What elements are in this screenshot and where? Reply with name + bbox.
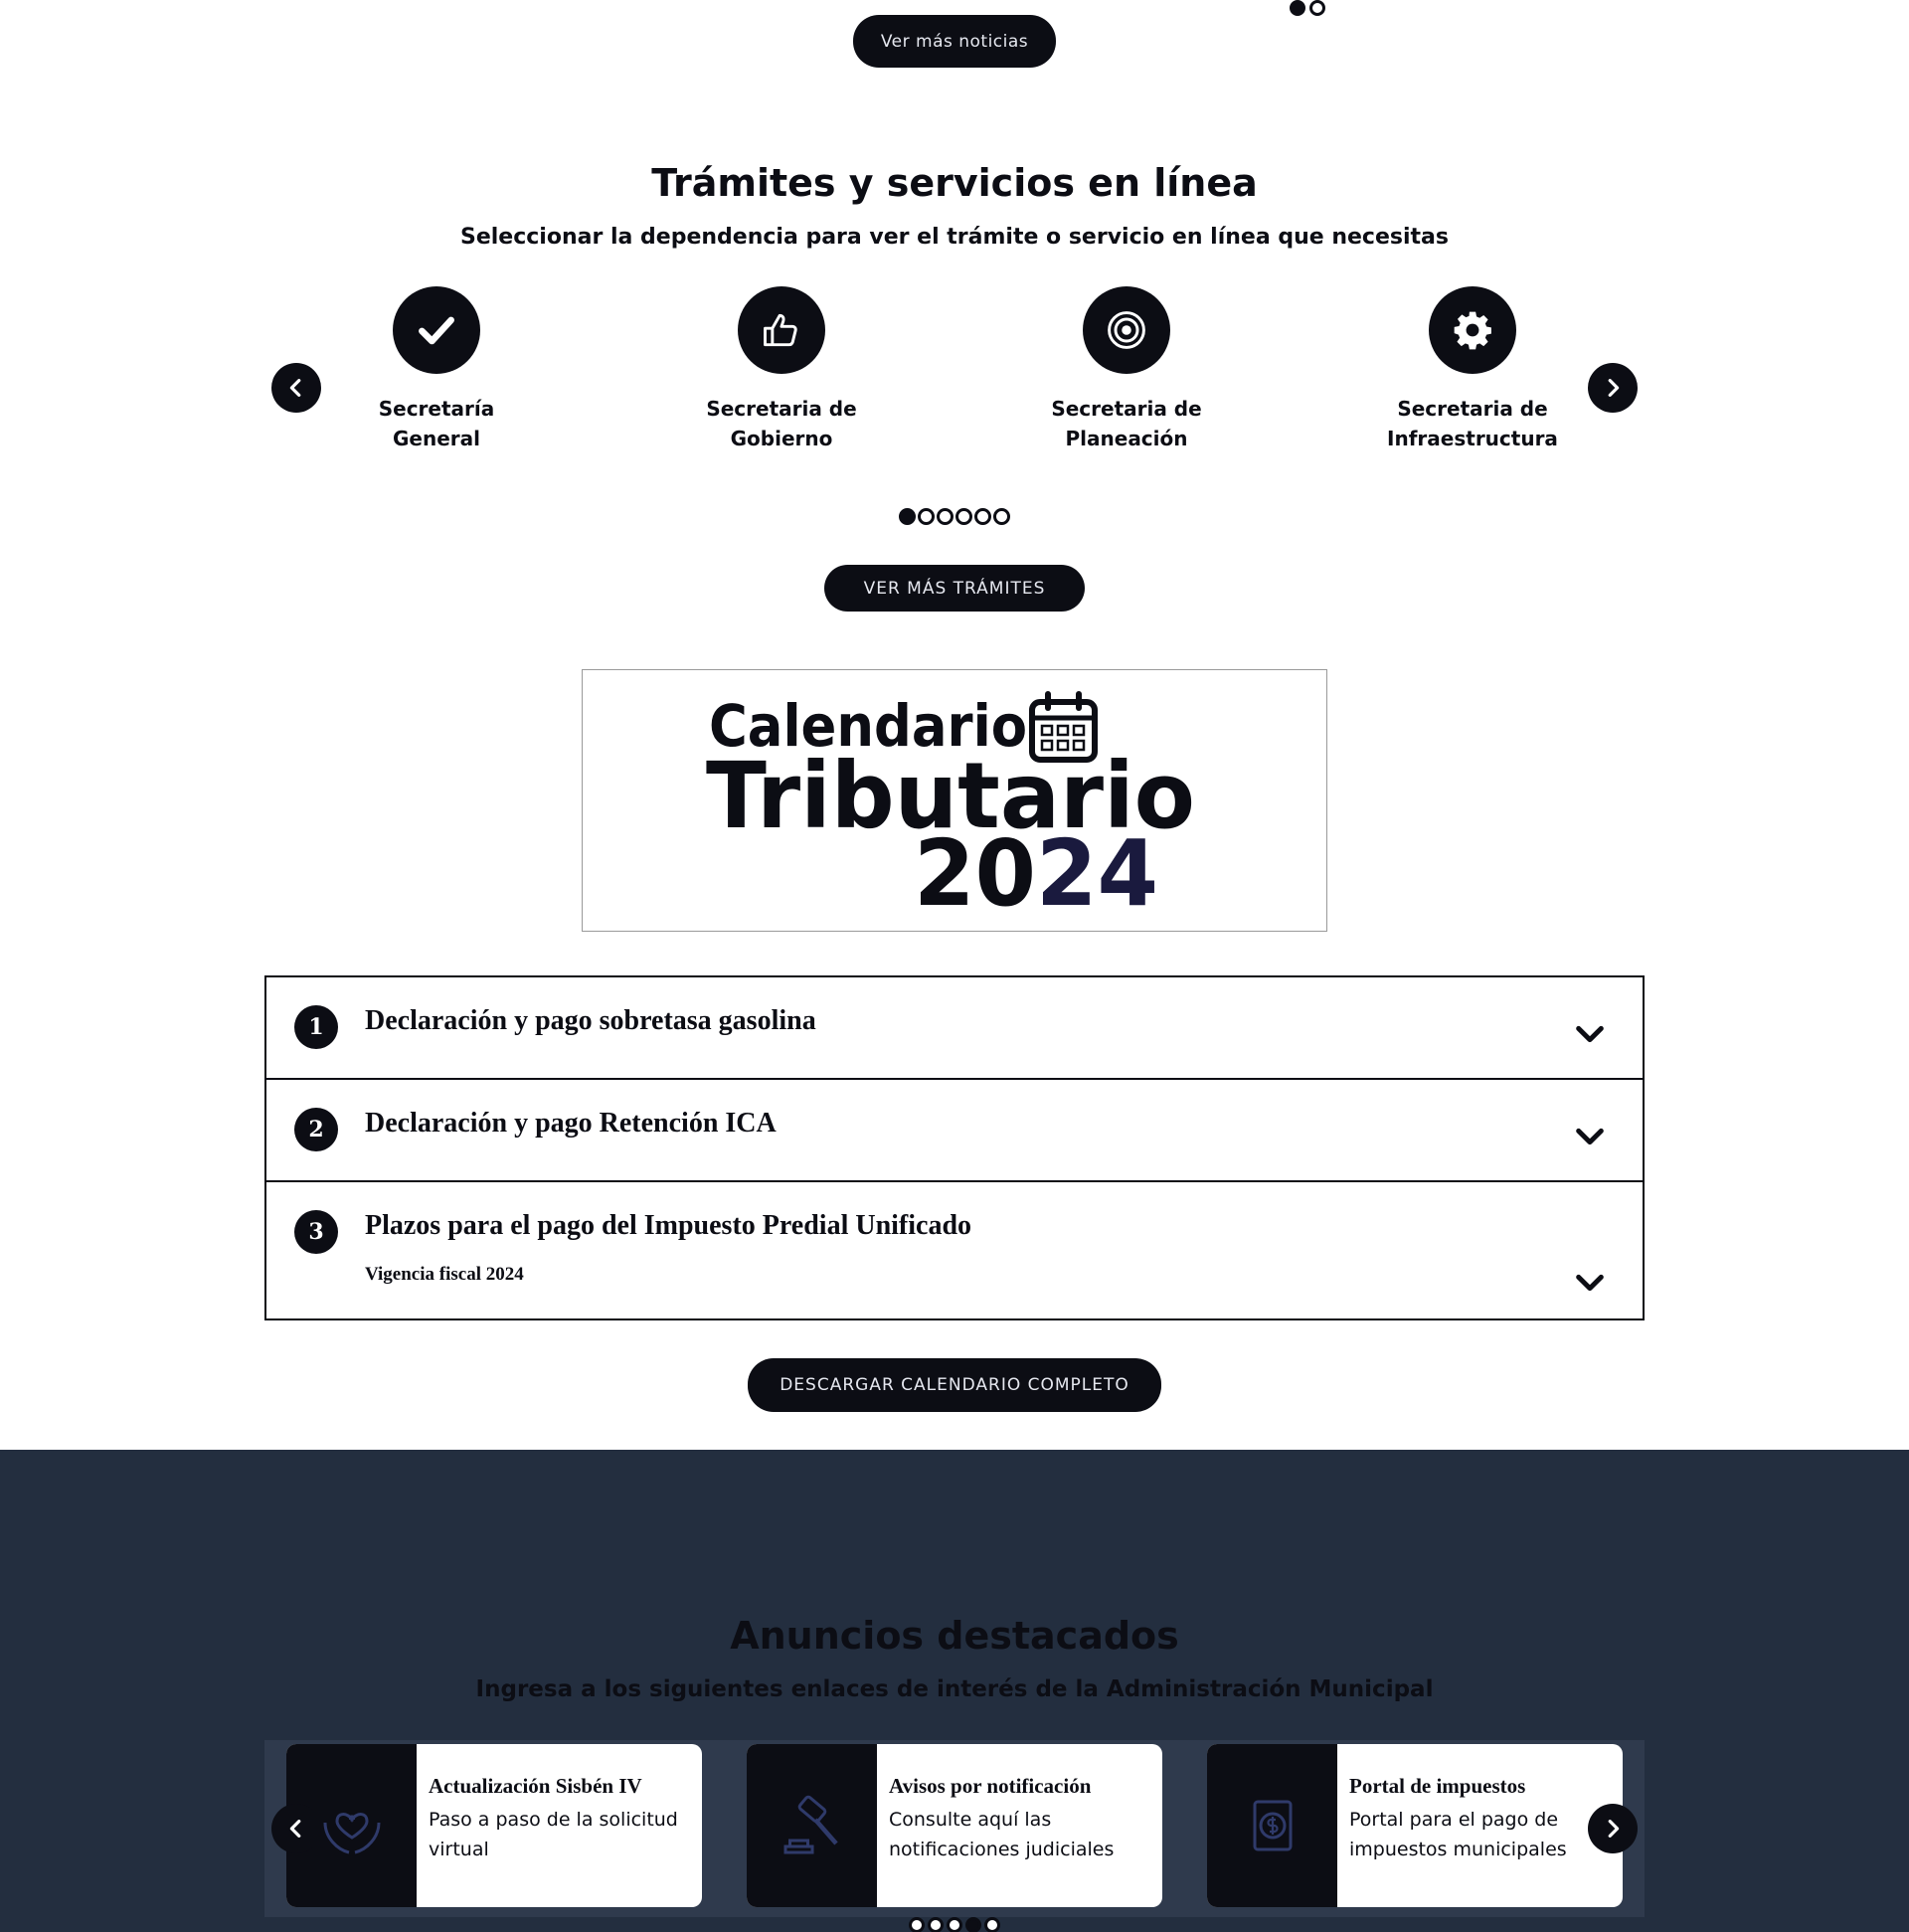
calendario-tributario-banner[interactable]: Calendario Tributario 2024	[582, 669, 1327, 932]
chevron-down-icon	[1576, 1128, 1604, 1145]
anuncios-pagination-dot[interactable]	[965, 1917, 981, 1932]
ver-mas-noticias-button[interactable]: Ver más noticias	[853, 15, 1056, 68]
department-label-line2: Planeación	[1065, 427, 1188, 450]
department-secretaria-general[interactable]: Secretaría General	[307, 286, 566, 453]
descargar-calendario-button[interactable]: DESCARGAR CALENDARIO COMPLETO	[748, 1358, 1161, 1412]
card-title: Portal de impuestos	[1349, 1774, 1526, 1798]
department-label-line1: Secretaria de	[1051, 397, 1202, 421]
tramites-pagination-dot[interactable]	[955, 508, 972, 525]
anuncios-pagination-dot[interactable]	[909, 1917, 925, 1932]
card-description: Consulte aquí las notificaciones judicia…	[889, 1809, 1115, 1860]
department-label-line2: Infraestructura	[1387, 427, 1558, 450]
anuncio-card-portal-impuestos[interactable]: Portal de impuestos Portal para el pago …	[1207, 1744, 1623, 1907]
accordion-title: Declaración y pago Retención ICA	[365, 1108, 777, 1139]
anuncios-title: Anuncios destacados	[730, 1614, 1179, 1658]
accordion-item-2[interactable]: 2 Declaración y pago Retención ICA	[266, 1080, 1643, 1182]
accordion-number: 3	[294, 1210, 338, 1254]
accordion-title: Declaración y pago sobretasa gasolina	[365, 1005, 816, 1036]
chevron-right-icon	[1608, 1820, 1620, 1838]
news-pagination-dot-2[interactable]	[1309, 0, 1325, 16]
department-secretaria-planeacion[interactable]: Secretaria de Planeación	[997, 286, 1256, 453]
anuncios-prev-arrow[interactable]	[271, 1804, 321, 1853]
accordion-title: Plazos para el pago del Impuesto Predial…	[365, 1210, 972, 1241]
anuncios-carousel: Actualización Sisbén IV Paso a paso de l…	[264, 1740, 1645, 1917]
accordion-item-1[interactable]: 1 Declaración y pago sobretasa gasolina	[266, 977, 1643, 1080]
anuncio-card-avisos[interactable]: Avisos por notificación Consulte aquí la…	[747, 1744, 1162, 1907]
news-pagination-dot-1[interactable]	[1290, 0, 1305, 16]
accordion-number: 1	[294, 1005, 338, 1049]
chevron-left-icon	[289, 379, 301, 397]
accordion-item-3[interactable]: 3 Plazos para el pago del Impuesto Predi…	[266, 1182, 1643, 1318]
tramites-pagination-dot[interactable]	[993, 508, 1010, 525]
thumbs-up-icon	[738, 286, 825, 374]
tramites-pagination-dot[interactable]	[937, 508, 954, 525]
ver-mas-tramites-button[interactable]: VER MÁS TRÁMITES	[824, 565, 1085, 612]
dollar-document-icon	[1207, 1744, 1337, 1907]
accordion-subtitle: Vigencia fiscal 2024	[365, 1264, 524, 1285]
tramites-title: Trámites y servicios en línea	[651, 161, 1258, 205]
card-title: Avisos por notificación	[889, 1774, 1092, 1798]
card-description: Paso a paso de la solicitud virtual	[429, 1809, 678, 1860]
chevron-down-icon	[1576, 1274, 1604, 1292]
chevron-left-icon	[289, 1820, 301, 1838]
svg-text:2024: 2024	[914, 820, 1158, 927]
anuncios-next-arrow[interactable]	[1588, 1804, 1638, 1853]
department-label-line2: General	[393, 427, 480, 450]
accordion-number: 2	[294, 1108, 338, 1151]
department-secretaria-gobierno[interactable]: Secretaria de Gobierno	[652, 286, 911, 453]
card-description: Portal para el pago de impuestos municip…	[1349, 1809, 1567, 1860]
banner-year-a: 20	[914, 820, 1036, 927]
anuncios-section: Anuncios destacados Ingresa a los siguie…	[0, 1450, 1909, 1932]
anuncio-card-sisben[interactable]: Actualización Sisbén IV Paso a paso de l…	[286, 1744, 702, 1907]
department-secretaria-infraestructura[interactable]: Secretaria de Infraestructura	[1343, 286, 1602, 453]
anuncios-pagination-dot[interactable]	[947, 1917, 962, 1932]
tax-calendar-accordion: 1 Declaración y pago sobretasa gasolina …	[264, 975, 1645, 1320]
card-title: Actualización Sisbén IV	[429, 1774, 642, 1798]
tramites-subtitle: Seleccionar la dependencia para ver el t…	[460, 225, 1449, 250]
banner-year-b: 24	[1036, 820, 1158, 927]
anuncios-subtitle: Ingresa a los siguientes enlaces de inte…	[475, 1676, 1434, 1702]
chevron-down-icon	[1576, 1025, 1604, 1043]
tramites-pagination-dot[interactable]	[974, 508, 991, 525]
check-icon	[393, 286, 480, 374]
department-label-line2: Gobierno	[730, 427, 833, 450]
target-icon	[1083, 286, 1170, 374]
tramites-pagination-dot[interactable]	[899, 508, 916, 525]
chevron-right-icon	[1608, 379, 1620, 397]
tramites-pagination-dot[interactable]	[918, 508, 935, 525]
department-label-line1: Secretaría	[378, 397, 495, 421]
gavel-icon	[747, 1744, 877, 1907]
gear-icon	[1429, 286, 1516, 374]
department-label-line1: Secretaria de	[1397, 397, 1548, 421]
anuncios-pagination-dot[interactable]	[984, 1917, 1000, 1932]
department-label-line1: Secretaria de	[706, 397, 857, 421]
anuncios-pagination-dot[interactable]	[928, 1917, 944, 1932]
